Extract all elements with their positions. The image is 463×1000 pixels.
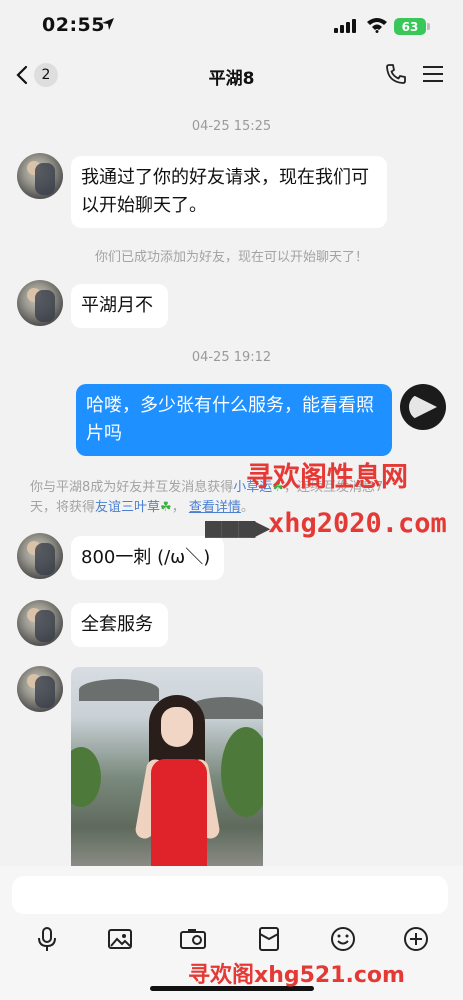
emoji-icon[interactable]	[328, 924, 358, 954]
message-bubble[interactable]: 平湖月不	[71, 284, 168, 328]
location-arrow-icon	[102, 18, 114, 30]
phone-icon[interactable]	[384, 62, 408, 86]
cellular-signal-icon	[334, 19, 356, 33]
chat-header: 2 平湖8	[0, 52, 463, 98]
my-message-bubble[interactable]: 哈喽，多少张有什么服务，能看看照片吗	[76, 384, 392, 456]
watermark-title: 寻欢阁性息网	[246, 462, 408, 493]
clover-icon: ☘	[160, 500, 172, 515]
message-bubble[interactable]: 全套服务	[71, 603, 168, 647]
message-bubble[interactable]: 800一刺 (/ω＼)	[71, 536, 224, 580]
battery-cap	[427, 23, 430, 30]
red-packet-icon[interactable]	[254, 924, 284, 954]
photo-message[interactable]	[71, 667, 263, 867]
contact-avatar[interactable]	[17, 533, 63, 579]
friendship-clover-link[interactable]: 友谊三叶草	[95, 500, 160, 515]
image-icon[interactable]	[105, 924, 135, 954]
message-input[interactable]	[12, 876, 448, 914]
view-details-link[interactable]: 查看详情	[189, 500, 241, 515]
system-note-added: 你们已成功添加为好友，现在可以开始聊天了！	[94, 250, 368, 265]
message-timestamp: 04-25 15:25	[191, 119, 272, 134]
battery-indicator: 63	[394, 18, 426, 35]
message-bubble[interactable]: 我通过了你的好友请求，现在我们可以开始聊天了。	[71, 156, 387, 228]
contact-avatar[interactable]	[17, 280, 63, 326]
microphone-icon[interactable]	[32, 924, 62, 954]
watermark-url: xhg2020.com	[268, 508, 447, 539]
status-time: 02:55	[42, 14, 105, 36]
my-avatar[interactable]	[400, 384, 446, 430]
status-bar: 02:55 63	[0, 0, 463, 52]
watermark-arrow: ■■■▶	[203, 516, 270, 541]
contact-avatar[interactable]	[17, 600, 63, 646]
wifi-icon	[367, 18, 387, 33]
message-timestamp: 04-25 19:12	[191, 350, 272, 365]
watermark-bottom: 寻欢阁xhg521.com	[188, 963, 405, 988]
contact-avatar[interactable]	[17, 666, 63, 712]
camera-icon[interactable]	[178, 924, 208, 954]
menu-icon[interactable]	[422, 64, 444, 84]
plus-icon[interactable]	[401, 924, 431, 954]
contact-avatar[interactable]	[17, 153, 63, 199]
